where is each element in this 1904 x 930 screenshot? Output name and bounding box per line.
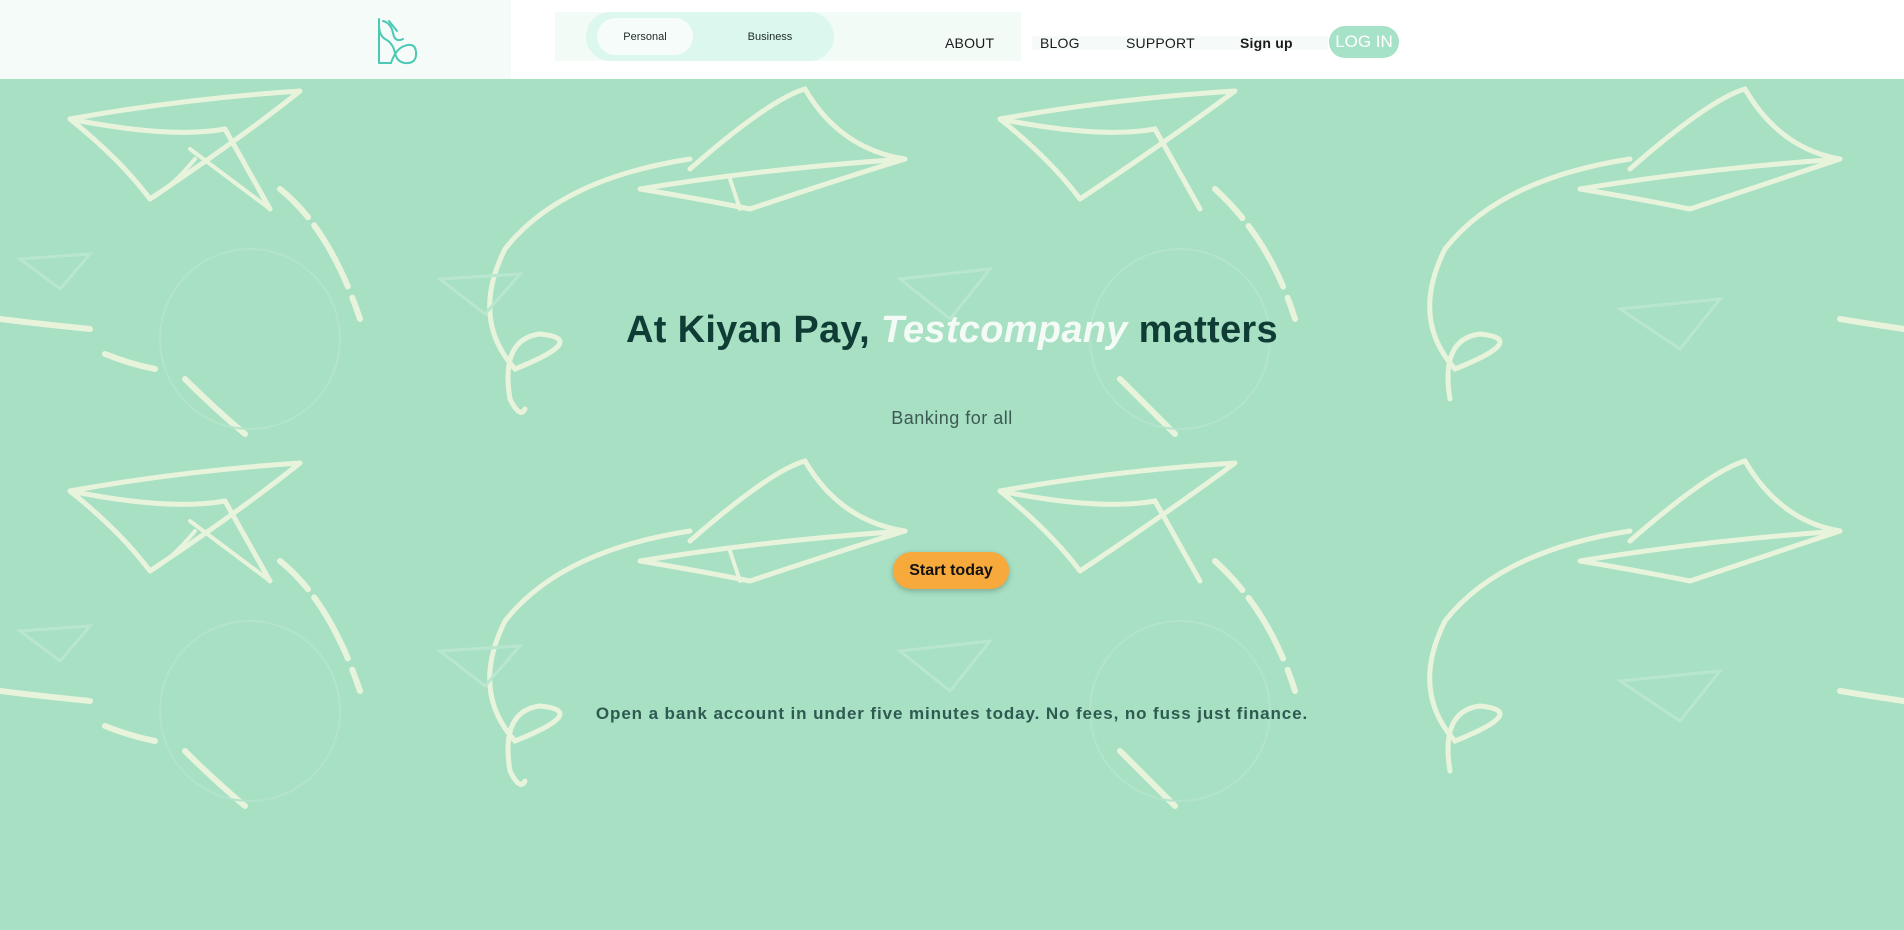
site-header: Personal Business ABOUT BLOG SUPPORT Sig…	[0, 0, 1904, 79]
start-today-button[interactable]: Start today	[893, 552, 1009, 589]
hero-bottom-band	[0, 886, 1904, 930]
business-toggle-button[interactable]: Business	[722, 18, 818, 55]
paper-plane-pattern-icon	[0, 79, 1904, 930]
hero-title-suffix: matters	[1138, 309, 1278, 351]
personal-toggle-button[interactable]: Personal	[597, 18, 693, 55]
log-in-button[interactable]: LOG IN	[1329, 26, 1399, 58]
logo-panel	[0, 0, 511, 79]
nav-support-link[interactable]: SUPPORT	[1126, 35, 1195, 51]
sign-up-link[interactable]: Sign up	[1240, 35, 1293, 51]
nav-blog-link[interactable]: BLOG	[1040, 35, 1080, 51]
hero-title: At Kiyan Pay, Testcompany matters	[0, 309, 1904, 352]
kiyan-pay-logo-icon[interactable]	[375, 17, 421, 65]
hero-subtitle: Banking for all	[891, 408, 1013, 428]
hero-title-prefix: At Kiyan Pay,	[626, 309, 870, 351]
hero-section: At Kiyan Pay, Testcompany matters Bankin…	[0, 79, 1904, 930]
nav-about-link[interactable]: ABOUT	[945, 35, 994, 51]
hero-description: Open a bank account in under five minute…	[595, 704, 1309, 723]
hero-title-highlight: Testcompany	[880, 309, 1128, 351]
